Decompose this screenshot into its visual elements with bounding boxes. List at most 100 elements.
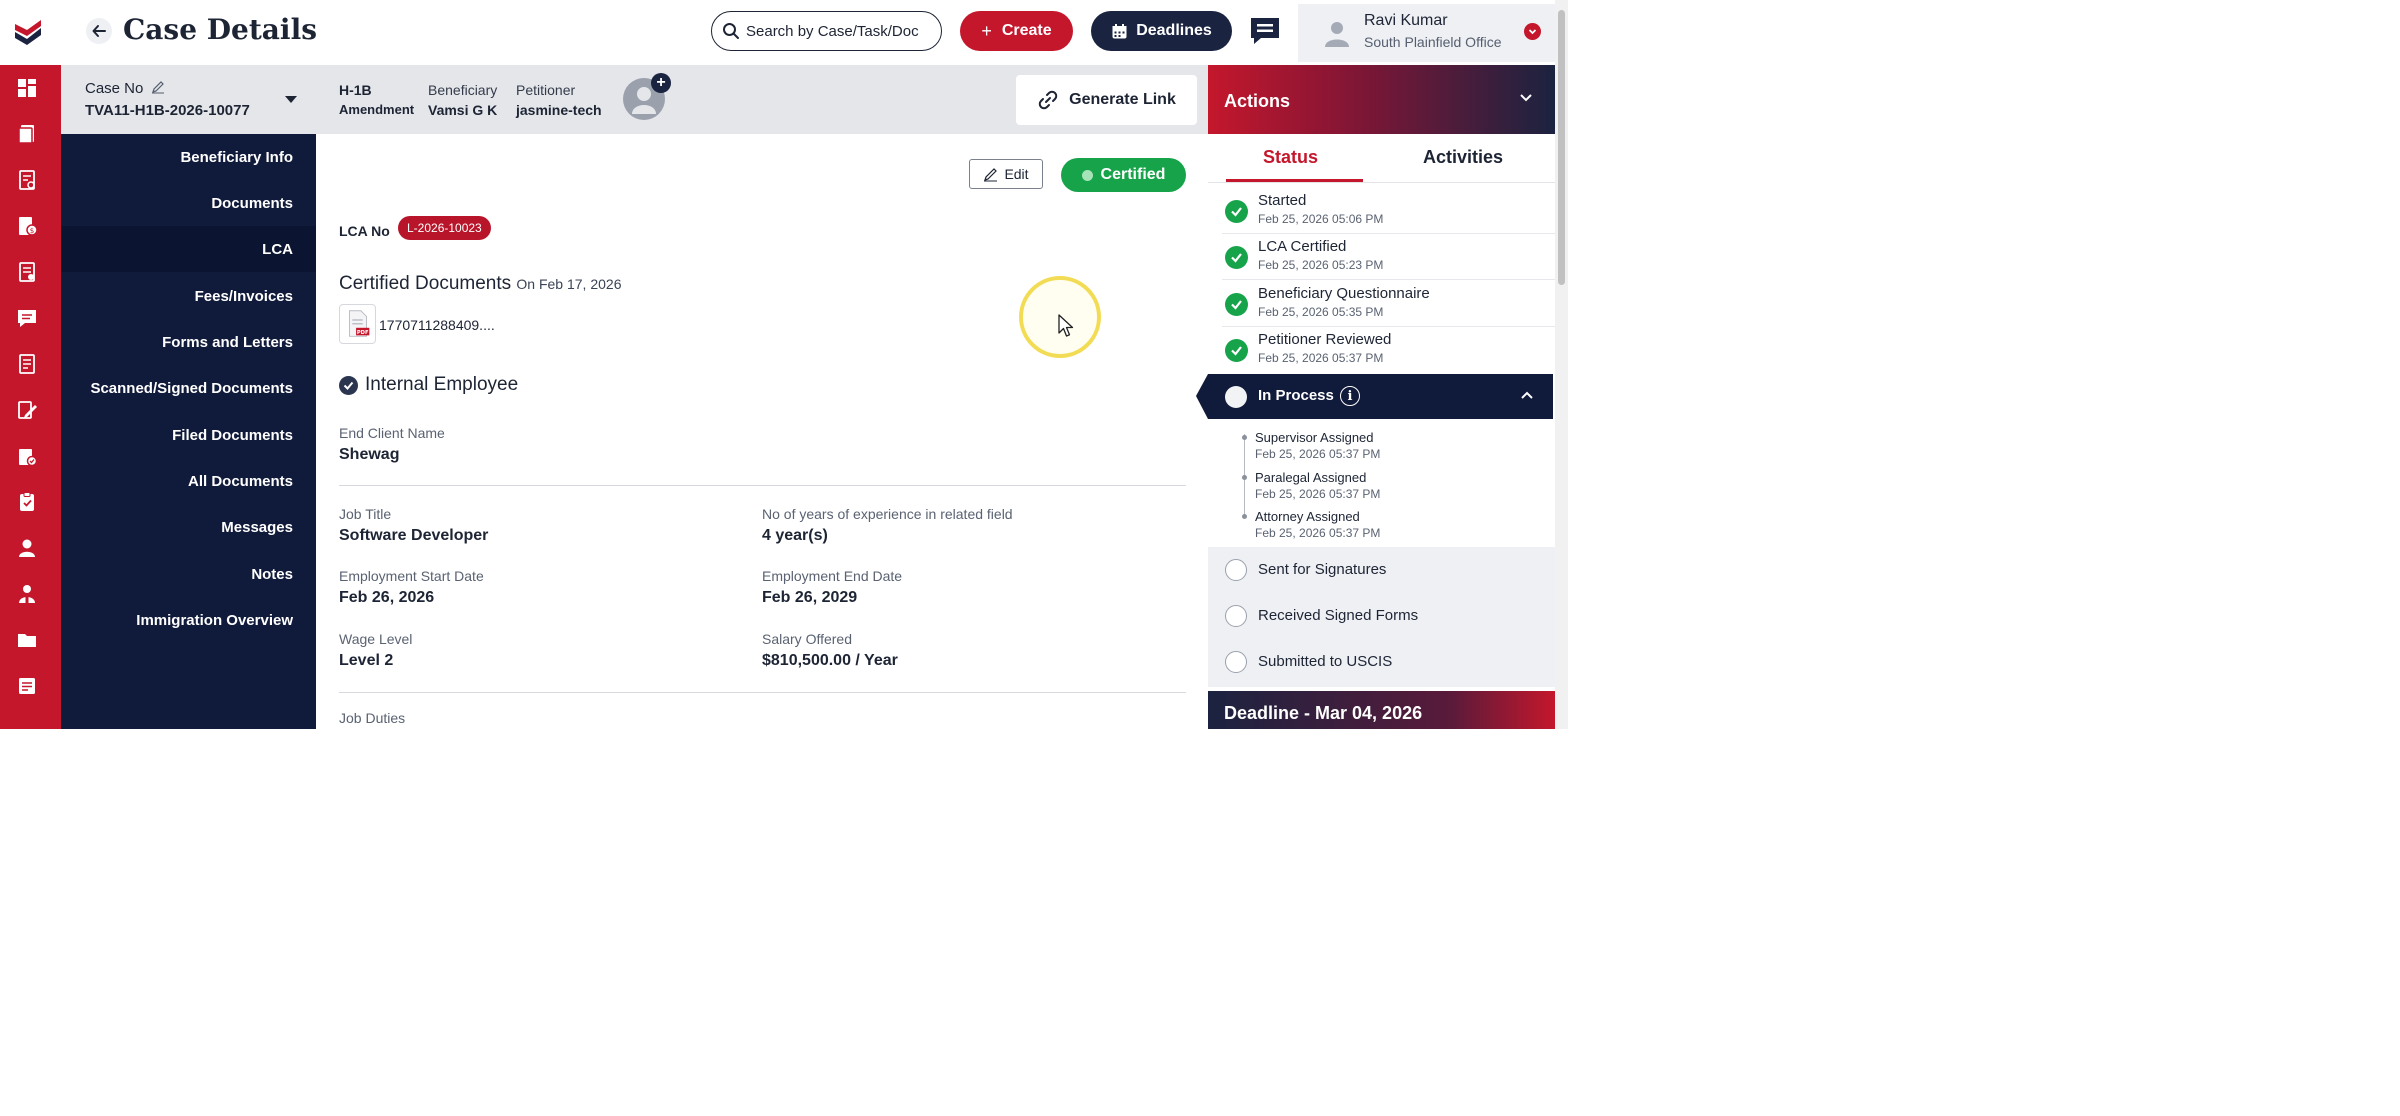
folder-icon[interactable]	[16, 629, 38, 651]
end-date-value: Feb 26, 2029	[762, 589, 858, 606]
status-step-started[interactable]: Started Feb 25, 2026 05:06 PM	[1208, 188, 1555, 234]
edit-forms-icon[interactable]	[16, 399, 38, 421]
section-nav-fees-invoices[interactable]: Fees/Invoices	[195, 288, 293, 305]
calendar-icon	[1112, 23, 1127, 38]
add-assignee-button[interactable]: +	[651, 73, 671, 93]
deadline-text: Deadline - Mar 04, 2026	[1224, 703, 1423, 723]
fees-icon[interactable]: $	[16, 215, 38, 237]
section-nav-immigration-overview[interactable]: Immigration Overview	[136, 612, 293, 629]
actions-header[interactable]: Actions	[1208, 65, 1555, 134]
step-date: Feb 25, 2026 05:37 PM	[1258, 351, 1384, 365]
empty-circle-icon	[1225, 605, 1247, 627]
back-button[interactable]	[86, 18, 112, 44]
cases-icon[interactable]	[16, 123, 38, 145]
reports-icon[interactable]	[16, 675, 38, 697]
app-logo-icon[interactable]	[10, 14, 46, 50]
status-step-beneficiary-questionnaire[interactable]: Beneficiary Questionnaire Feb 25, 2026 0…	[1208, 281, 1555, 327]
case-no-label-group: Case No	[85, 80, 165, 97]
chat-icon[interactable]	[1248, 15, 1282, 47]
case-dropdown-icon[interactable]	[285, 96, 297, 104]
info-icon[interactable]: i	[1340, 386, 1360, 406]
arrow-left-icon	[92, 25, 106, 37]
link-icon	[1038, 90, 1058, 110]
pending-steps: Sent for Signatures Received Signed Form…	[1208, 547, 1555, 687]
status-step-received-signed-forms[interactable]: Received Signed Forms	[1208, 593, 1555, 639]
page-scrollbar[interactable]	[1555, 0, 1568, 729]
clipboard-icon[interactable]	[16, 491, 38, 513]
actions-panel: Actions Status Activities Started Feb 25…	[1196, 65, 1555, 729]
generate-link-button[interactable]: Generate Link	[1016, 75, 1197, 125]
step-date: Feb 25, 2026 05:06 PM	[1258, 212, 1384, 226]
internal-employee-heading: Internal Employee	[339, 374, 518, 396]
step-title: Petitioner Reviewed	[1258, 331, 1392, 348]
pdf-file-icon[interactable]: PDF	[339, 304, 376, 344]
substep-date: Feb 25, 2026 05:37 PM	[1255, 487, 1381, 501]
step-title: In Process	[1258, 387, 1334, 404]
wage-level-value: Level 2	[339, 652, 394, 669]
check-circle-icon	[1225, 293, 1248, 316]
start-date-label: Employment Start Date	[339, 568, 484, 584]
petitioner-name[interactable]: jasmine-tech	[516, 102, 602, 118]
lca-number-badge: L-2026-10023	[398, 216, 491, 240]
section-nav-scanned-signed[interactable]: Scanned/Signed Documents	[90, 380, 293, 397]
visa-subtype: Amendment	[339, 102, 415, 117]
certified-documents-title: Certified Documents	[339, 273, 512, 294]
end-client-value: Shewag	[339, 446, 400, 463]
status-step-petitioner-reviewed[interactable]: Petitioner Reviewed Feb 25, 2026 05:37 P…	[1208, 327, 1555, 373]
wage-level-label: Wage Level	[339, 631, 413, 647]
section-nav-notes[interactable]: Notes	[251, 566, 293, 583]
status-step-lca-certified[interactable]: LCA Certified Feb 25, 2026 05:23 PM	[1208, 234, 1555, 280]
chevron-down-icon[interactable]	[1519, 93, 1533, 103]
section-nav-filed-documents[interactable]: Filed Documents	[172, 427, 293, 444]
status-step-in-process[interactable]: In Process i	[1196, 374, 1553, 419]
messages-icon[interactable]	[16, 307, 38, 329]
dashboard-icon[interactable]	[16, 77, 38, 99]
substep-title: Attorney Assigned	[1255, 509, 1360, 524]
chevron-up-icon[interactable]	[1520, 390, 1534, 400]
step-title: Started	[1258, 192, 1307, 209]
top-bar: Case Details + Create Deadlines Ravi Kum…	[0, 0, 1568, 65]
svg-text:PDF: PDF	[357, 330, 369, 336]
user-menu[interactable]: Ravi Kumar South Plainfield Office	[1298, 4, 1556, 62]
section-nav-messages[interactable]: Messages	[221, 519, 293, 536]
section-nav-all-documents[interactable]: All Documents	[188, 473, 293, 490]
edit-button[interactable]: Edit	[969, 159, 1043, 189]
tab-activities[interactable]: Activities	[1423, 147, 1503, 168]
forms-icon[interactable]	[16, 169, 38, 191]
experience-value: 4 year(s)	[762, 527, 828, 544]
in-process-substeps: Supervisor Assigned Feb 25, 2026 05:37 P…	[1208, 419, 1555, 547]
pencil-icon[interactable]	[151, 80, 165, 94]
section-nav-beneficiary-info[interactable]: Beneficiary Info	[180, 149, 293, 166]
user-dropdown-button[interactable]	[1524, 23, 1541, 40]
pdf-file-name[interactable]: 1770711288409....	[379, 317, 495, 333]
create-button[interactable]: + Create	[960, 11, 1073, 51]
notes-icon[interactable]	[16, 353, 38, 375]
empty-circle-icon	[1225, 559, 1247, 581]
status-step-sent-for-signatures[interactable]: Sent for Signatures	[1208, 547, 1555, 593]
status-badge: Certified	[1061, 158, 1186, 192]
pencil-icon	[984, 167, 998, 181]
lca-no-label: LCA No	[339, 223, 390, 239]
search-box[interactable]	[711, 11, 942, 51]
deadlines-button[interactable]: Deadlines	[1091, 11, 1232, 51]
beneficiary-name[interactable]: Vamsi G K	[428, 102, 497, 118]
scrollbar-thumb[interactable]	[1558, 10, 1565, 285]
timeline-dot-icon	[1242, 435, 1247, 440]
tab-status[interactable]: Status	[1263, 147, 1318, 168]
section-nav-documents[interactable]: Documents	[211, 195, 293, 212]
status-step-submitted-to-uscis[interactable]: Submitted to USCIS	[1208, 639, 1555, 685]
mouse-cursor-icon	[1058, 314, 1074, 337]
section-divider	[339, 485, 1186, 486]
search-input[interactable]	[746, 22, 932, 40]
people-icon[interactable]	[16, 583, 38, 605]
section-nav-forms-letters[interactable]: Forms and Letters	[162, 334, 293, 351]
step-title: LCA Certified	[1258, 238, 1347, 255]
timeline-dot-icon	[1242, 514, 1247, 519]
checklist-icon[interactable]	[16, 445, 38, 467]
step-date: Feb 25, 2026 05:35 PM	[1258, 305, 1384, 319]
experience-label: No of years of experience in related fie…	[762, 506, 1013, 522]
user-icon[interactable]	[16, 537, 38, 559]
documents-icon[interactable]	[16, 261, 38, 283]
salary-label: Salary Offered	[762, 631, 853, 647]
section-nav-lca[interactable]: LCA	[262, 241, 293, 258]
